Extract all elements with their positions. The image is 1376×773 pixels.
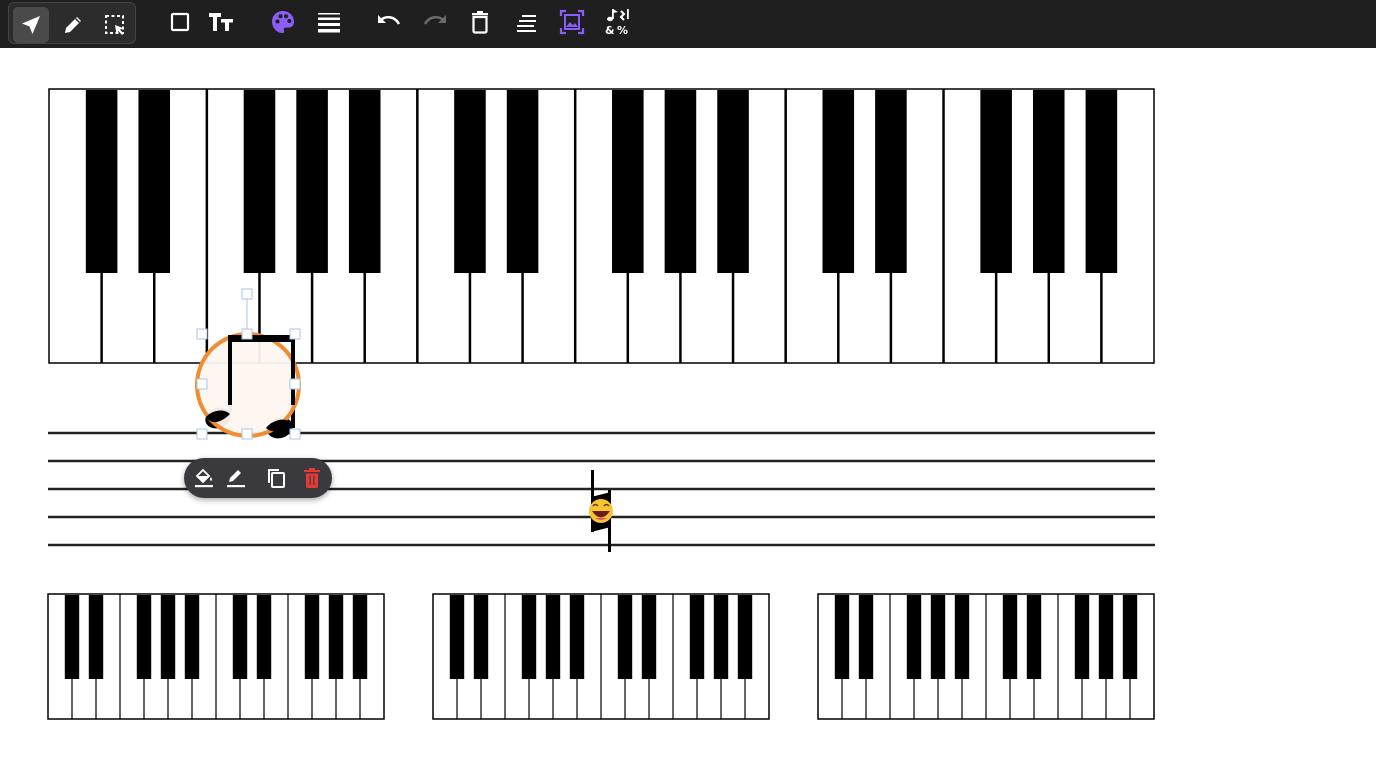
- small-piano-keyboard: [47, 593, 385, 720]
- lines-icon: [318, 13, 340, 33]
- paint-bucket-icon: [195, 468, 213, 488]
- black-key: [664, 90, 697, 273]
- black-key: [737, 595, 753, 679]
- text-tool[interactable]: [203, 4, 239, 40]
- black-key: [1032, 90, 1065, 273]
- black-key: [304, 595, 320, 679]
- selection-context-menu: [184, 458, 332, 498]
- black-key: [454, 90, 486, 273]
- black-key: [713, 595, 729, 679]
- square-icon: [170, 12, 190, 32]
- svg-text:%: %: [617, 24, 628, 36]
- black-key: [612, 90, 644, 273]
- undo-icon: [378, 15, 401, 25]
- black-key: [184, 595, 200, 679]
- black-key: [232, 595, 248, 679]
- palette-icon: [272, 11, 294, 33]
- line-weight-tool[interactable]: [311, 4, 347, 40]
- black-key: [834, 595, 850, 679]
- pencil-icon: [65, 17, 81, 33]
- natural-sign-sticker: [589, 470, 613, 552]
- redo-button[interactable]: [417, 4, 453, 40]
- pen-underline-icon: [227, 470, 245, 488]
- black-key: [822, 90, 855, 273]
- black-key: [506, 90, 539, 273]
- black-key: [521, 595, 537, 679]
- black-key: [717, 90, 749, 273]
- selected-note-object: [195, 332, 301, 439]
- background-image-button[interactable]: [554, 4, 590, 40]
- black-key: [954, 595, 970, 679]
- small-piano-keyboards: [47, 593, 1155, 720]
- black-key: [243, 90, 276, 273]
- cursor-arrow-icon: [22, 16, 40, 34]
- color-tool[interactable]: [265, 4, 301, 40]
- delete-button[interactable]: [462, 4, 498, 40]
- delete-selection-button[interactable]: [298, 464, 326, 492]
- black-key: [1002, 595, 1018, 679]
- black-key: [256, 595, 272, 679]
- undo-button[interactable]: [371, 4, 407, 40]
- shape-tool[interactable]: [162, 4, 198, 40]
- stroke-color-button[interactable]: [222, 464, 250, 492]
- small-piano-keyboard: [817, 593, 1155, 720]
- black-key: [328, 595, 344, 679]
- black-key: [64, 595, 80, 679]
- text-size-icon: [209, 13, 233, 31]
- black-key: [85, 90, 118, 273]
- align-button[interactable]: [509, 4, 545, 40]
- area-select-tool[interactable]: [97, 7, 133, 43]
- small-piano-keyboard: [432, 593, 770, 720]
- fill-color-button[interactable]: [190, 464, 218, 492]
- black-key: [1085, 90, 1118, 273]
- black-key: [1026, 595, 1042, 679]
- symbols-button[interactable]: & %: [600, 4, 636, 40]
- black-key: [906, 595, 922, 679]
- image-frame-icon: [559, 9, 585, 35]
- black-key: [875, 90, 907, 273]
- black-key: [160, 595, 176, 679]
- black-key: [930, 595, 946, 679]
- black-key: [449, 595, 465, 679]
- black-key: [980, 90, 1012, 273]
- black-key: [689, 595, 705, 679]
- black-key: [569, 595, 585, 679]
- black-key: [88, 595, 104, 679]
- black-key: [296, 90, 328, 273]
- black-key: [1098, 595, 1114, 679]
- tool-mode-group: [8, 2, 136, 44]
- svg-text:&: &: [605, 24, 615, 36]
- trash-icon: [472, 11, 488, 34]
- select-tool[interactable]: [13, 7, 49, 43]
- black-key: [617, 595, 633, 679]
- redo-icon: [423, 15, 446, 25]
- black-key: [352, 595, 368, 679]
- black-key: [1074, 595, 1090, 679]
- pen-tool[interactable]: [55, 7, 91, 43]
- black-key: [473, 595, 489, 679]
- black-key: [1122, 595, 1138, 679]
- duplicate-button[interactable]: [262, 464, 290, 492]
- copy-icon: [268, 469, 285, 488]
- laughing-emoji-icon: [589, 499, 613, 523]
- align-icon: [517, 15, 536, 32]
- black-key: [858, 595, 874, 679]
- black-key: [545, 595, 561, 679]
- top-toolbar: & %: [0, 0, 1376, 48]
- drawing-canvas[interactable]: [0, 48, 1376, 769]
- music-symbols-icon: & %: [605, 9, 629, 36]
- black-key: [136, 595, 152, 679]
- trash-icon: [304, 468, 320, 488]
- large-piano-keyboard: [48, 88, 1155, 364]
- board-svg: [47, 88, 1155, 720]
- black-key: [348, 90, 381, 273]
- black-key: [138, 90, 171, 273]
- dashed-select-icon: [105, 15, 124, 35]
- black-key: [641, 595, 657, 679]
